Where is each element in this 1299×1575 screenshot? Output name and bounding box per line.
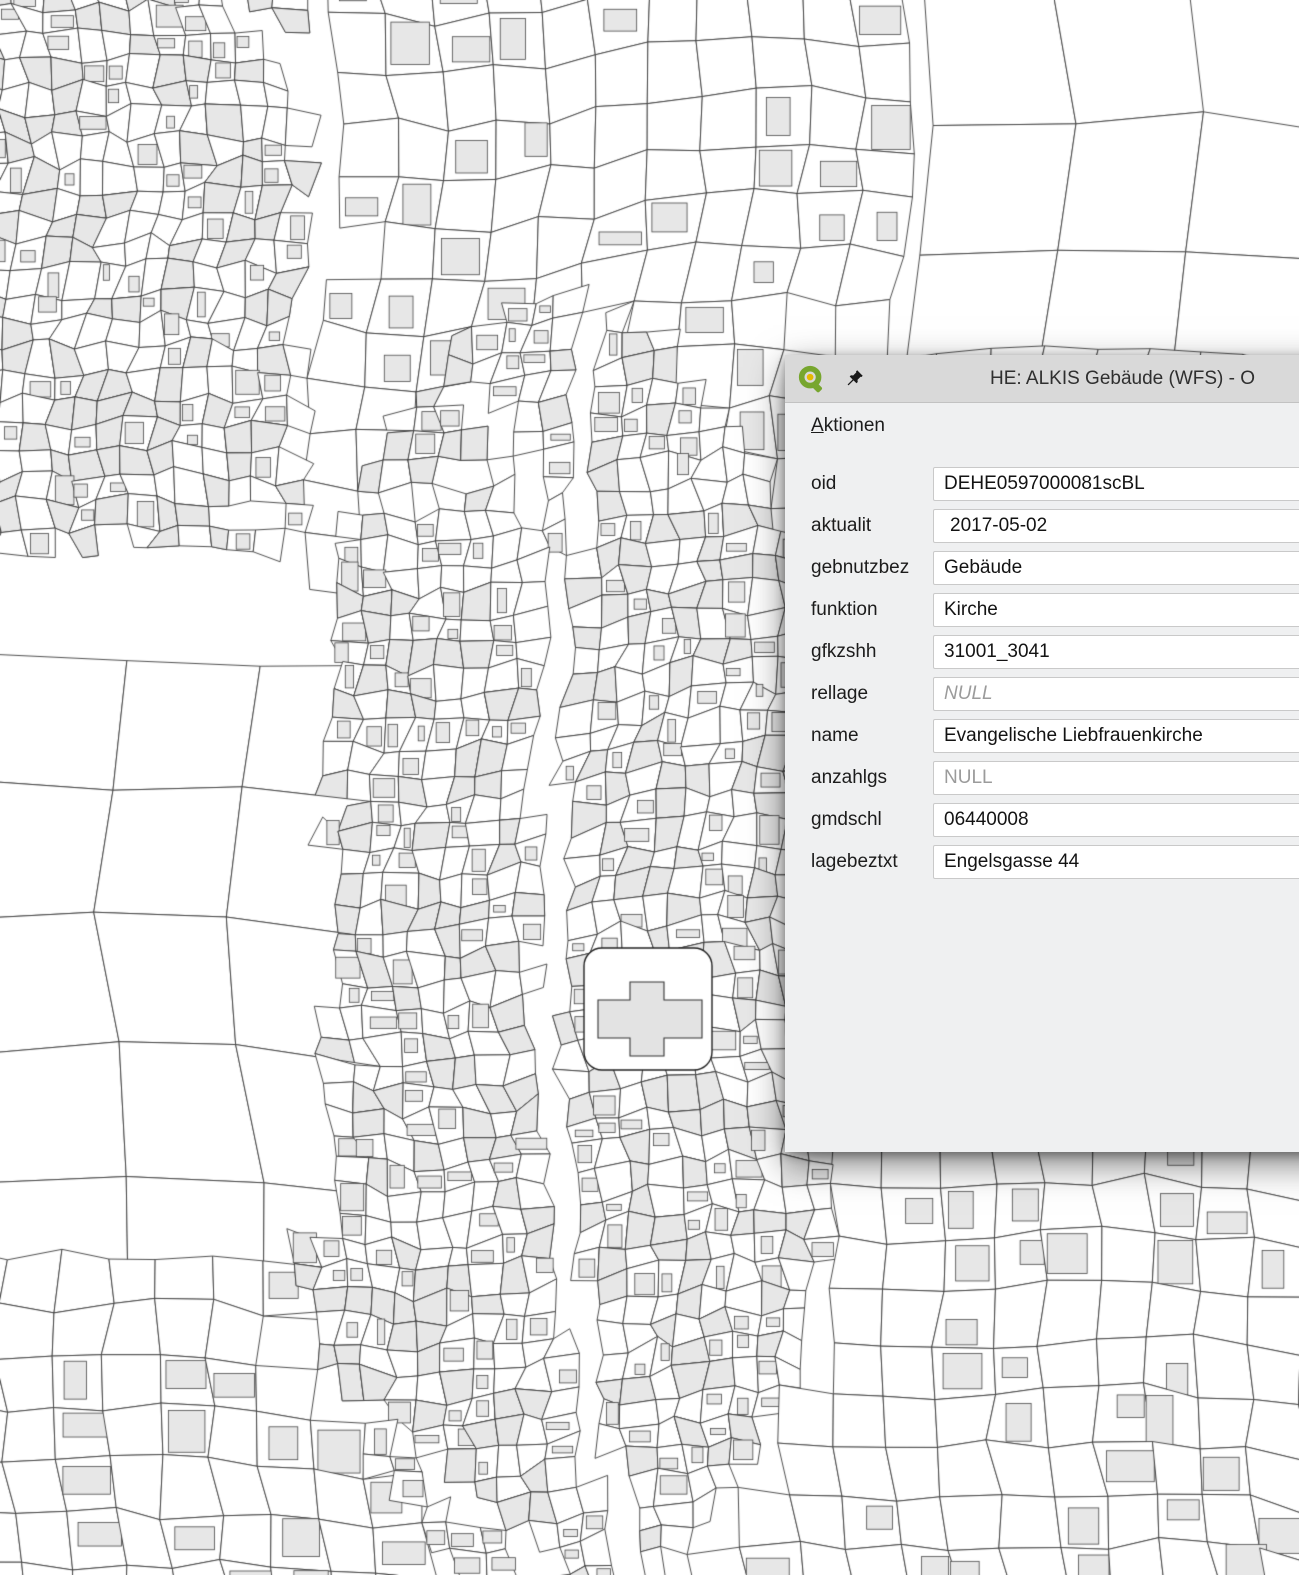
attribute-row: aktualit 2017-05-02 — [811, 509, 1299, 543]
dialog-title: HE: ALKIS Gebäude (WFS) - O — [990, 368, 1255, 390]
field-value-gebnutzbez[interactable]: Gebäude — [933, 551, 1299, 585]
attribute-row: gebnutzbez Gebäude — [811, 551, 1299, 585]
attribute-row: name Evangelische Liebfrauenkirche — [811, 719, 1299, 753]
attribute-row: anzahlgs NULL — [811, 761, 1299, 795]
attribute-row: lagebeztxt Engelsgasse 44 — [811, 845, 1299, 879]
field-label-name: name — [811, 725, 933, 747]
field-value-gmdschl[interactable]: 06440008 — [933, 803, 1299, 837]
field-label-oid: oid — [811, 473, 933, 495]
field-label-funktion: funktion — [811, 599, 933, 621]
feature-attributes-dialog: HE: ALKIS Gebäude (WFS) - O Aktionen oid… — [785, 355, 1299, 1152]
field-value-funktion[interactable]: Kirche — [933, 593, 1299, 627]
dialog-menubar: Aktionen — [785, 403, 1299, 449]
attribute-row: oid DEHE0597000081scBL — [811, 467, 1299, 501]
field-label-rellage: rellage — [811, 683, 933, 705]
dialog-titlebar[interactable]: HE: ALKIS Gebäude (WFS) - O — [785, 355, 1299, 403]
pin-icon[interactable] — [843, 368, 865, 390]
field-value-aktualit[interactable]: 2017-05-02 — [933, 509, 1299, 543]
attribute-form: oid DEHE0597000081scBL aktualit 2017-05-… — [785, 449, 1299, 879]
field-value-rellage[interactable]: NULL — [933, 677, 1299, 711]
field-label-aktualit: aktualit — [811, 515, 933, 537]
field-label-anzahlgs: anzahlgs — [811, 767, 933, 789]
field-value-lagebeztxt[interactable]: Engelsgasse 44 — [933, 845, 1299, 879]
field-label-gfkzshh: gfkzshh — [811, 641, 933, 663]
field-label-lagebeztxt: lagebeztxt — [811, 851, 933, 873]
field-label-gmdschl: gmdschl — [811, 809, 933, 831]
attribute-row: gfkzshh 31001_3041 — [811, 635, 1299, 669]
field-value-gfkzshh[interactable]: 31001_3041 — [933, 635, 1299, 669]
qgis-logo-icon — [797, 364, 827, 394]
field-value-anzahlgs[interactable]: NULL — [933, 761, 1299, 795]
attribute-row: gmdschl 06440008 — [811, 803, 1299, 837]
menu-aktionen[interactable]: Aktionen — [811, 415, 885, 437]
attribute-row: funktion Kirche — [811, 593, 1299, 627]
attribute-row: rellage NULL — [811, 677, 1299, 711]
field-value-name[interactable]: Evangelische Liebfrauenkirche — [933, 719, 1299, 753]
field-value-oid[interactable]: DEHE0597000081scBL — [933, 467, 1299, 501]
field-label-gebnutzbez: gebnutzbez — [811, 557, 933, 579]
